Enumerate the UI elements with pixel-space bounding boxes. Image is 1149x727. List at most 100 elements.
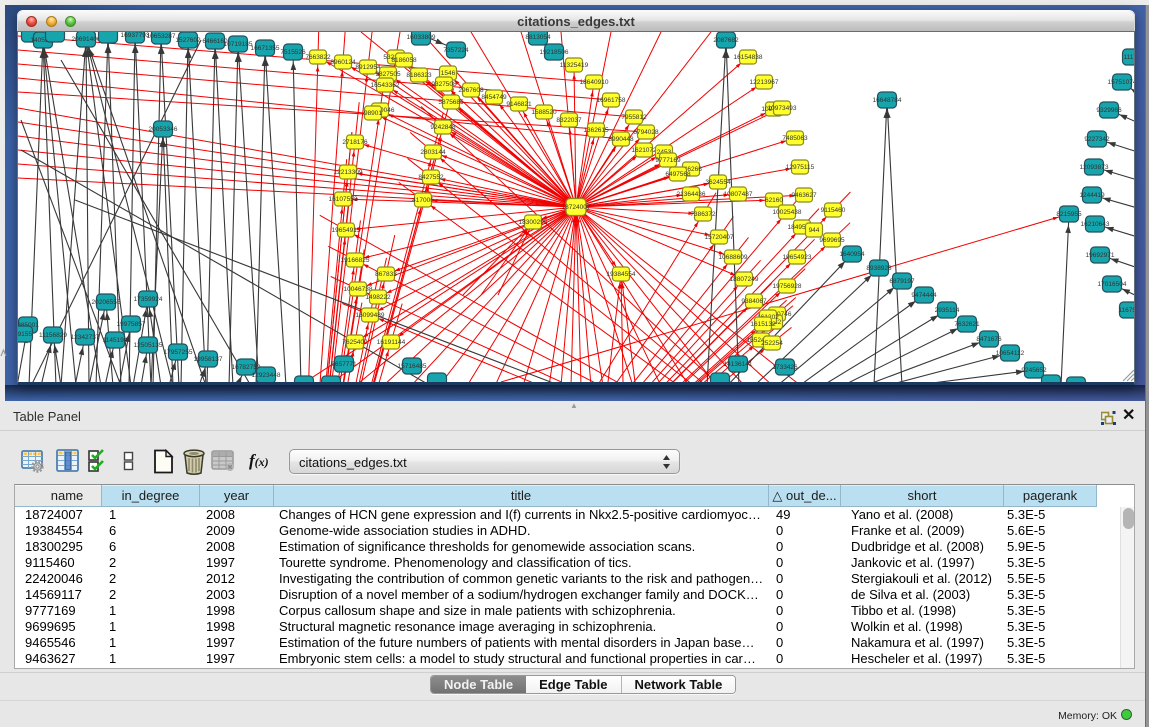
svg-text:16107553: 16107553 xyxy=(329,196,358,203)
svg-text:9329966: 9329966 xyxy=(1096,107,1122,114)
svg-text:8427552: 8427552 xyxy=(418,174,444,181)
svg-text:11325419: 11325419 xyxy=(560,62,589,69)
svg-text:1621072: 1621072 xyxy=(631,147,657,154)
svg-text:8471676: 8471676 xyxy=(976,336,1002,343)
svg-text:3624554: 3624554 xyxy=(705,179,731,186)
svg-text:2935114: 2935114 xyxy=(935,307,960,314)
svg-text:1498222: 1498222 xyxy=(365,294,391,301)
svg-text:16154838: 16154838 xyxy=(734,54,763,61)
svg-text:2087682: 2087682 xyxy=(713,37,739,44)
svg-text:15716485: 15716485 xyxy=(398,363,427,370)
svg-text:1362615: 1362615 xyxy=(583,127,609,134)
svg-text:7515526: 7515526 xyxy=(280,49,306,56)
svg-text:7357224: 7357224 xyxy=(443,47,469,54)
svg-text:10688609: 10688609 xyxy=(719,254,748,261)
svg-text:19958137: 19958137 xyxy=(194,356,223,363)
svg-text:39155: 39155 xyxy=(18,331,32,338)
svg-text:944: 944 xyxy=(809,227,820,234)
svg-text:8990448: 8990448 xyxy=(608,136,634,143)
svg-text:18300295: 18300295 xyxy=(519,219,548,226)
svg-text:9777169: 9777169 xyxy=(655,157,681,164)
svg-text:19756928: 19756928 xyxy=(773,283,802,290)
svg-text:9463627: 9463627 xyxy=(791,192,817,199)
svg-text:15751074: 15751074 xyxy=(1108,79,1135,86)
svg-text:9657771: 9657771 xyxy=(331,361,357,368)
svg-text:18640910: 18640910 xyxy=(580,79,609,86)
svg-text:9474444: 9474444 xyxy=(911,292,937,299)
svg-text:16961758: 16961758 xyxy=(597,97,626,104)
svg-text:16099489: 16099489 xyxy=(356,312,385,319)
svg-text:7386372: 7386372 xyxy=(690,211,716,218)
svg-text:98901: 98901 xyxy=(364,110,382,117)
svg-text:10653287: 10653287 xyxy=(147,33,176,40)
svg-text:11156829: 11156829 xyxy=(39,332,67,339)
svg-text:9115460: 9115460 xyxy=(821,207,846,214)
svg-text:10807487: 10807487 xyxy=(724,191,753,198)
svg-text:16033809: 16033809 xyxy=(407,34,436,41)
svg-text:11171: 11171 xyxy=(1123,54,1135,61)
svg-text:12505135: 12505135 xyxy=(134,342,163,349)
svg-text:62160: 62160 xyxy=(765,197,783,204)
svg-text:9245652: 9245652 xyxy=(1021,367,1047,374)
svg-text:17359924: 17359924 xyxy=(134,296,163,303)
svg-text:9827505: 9827505 xyxy=(375,71,401,78)
svg-text:19654923: 19654923 xyxy=(783,254,812,261)
svg-text:1145194: 1145194 xyxy=(103,337,128,344)
svg-text:12342737: 12342737 xyxy=(71,334,100,341)
svg-text:8813054: 8813054 xyxy=(525,34,551,41)
svg-text:8938928: 8938928 xyxy=(866,265,892,272)
svg-text:1640954: 1640954 xyxy=(839,251,865,258)
svg-text:17957255: 17957255 xyxy=(164,349,193,356)
svg-text:16543362: 16543362 xyxy=(371,82,400,89)
svg-text:1527602: 1527602 xyxy=(175,37,201,44)
svg-text:16648784: 16648784 xyxy=(873,97,902,104)
svg-text:8960124: 8960124 xyxy=(330,59,356,66)
svg-text:12093873: 12093873 xyxy=(1080,164,1109,171)
svg-text:116753: 116753 xyxy=(1118,307,1135,314)
svg-text:14136141: 14136141 xyxy=(724,361,753,368)
svg-text:10973493: 10973493 xyxy=(768,105,797,112)
svg-text:1588520: 1588520 xyxy=(531,109,557,116)
svg-text:20206555: 20206555 xyxy=(92,299,121,306)
svg-text:12975115: 12975115 xyxy=(786,164,815,171)
svg-text:12213967: 12213967 xyxy=(750,79,779,86)
svg-text:16210643: 16210643 xyxy=(1081,221,1110,228)
svg-text:10719185: 10719185 xyxy=(224,41,253,48)
svg-text:2967608: 2967608 xyxy=(458,87,484,94)
svg-text:9146821: 9146821 xyxy=(506,101,532,108)
svg-text:16671355: 16671355 xyxy=(251,45,280,52)
svg-text:19384554: 19384554 xyxy=(607,271,636,278)
svg-text:9327508: 9327508 xyxy=(431,81,457,88)
svg-text:15720407: 15720407 xyxy=(705,234,734,241)
svg-text:6794028: 6794028 xyxy=(633,129,659,136)
svg-text:1244419: 1244419 xyxy=(1079,192,1105,199)
svg-text:20691406: 20691406 xyxy=(72,36,101,43)
svg-text:19166825: 19166825 xyxy=(341,257,370,264)
svg-text:16191144: 16191144 xyxy=(377,339,406,346)
svg-text:10046738: 10046738 xyxy=(344,286,373,293)
svg-text:5875685: 5875685 xyxy=(438,99,464,106)
svg-text:417006: 417006 xyxy=(412,197,434,204)
svg-text:8912954: 8912954 xyxy=(355,64,381,71)
svg-text:12213309: 12213309 xyxy=(334,169,363,176)
svg-text:1615132: 1615132 xyxy=(750,321,776,328)
svg-text:8454749: 8454749 xyxy=(481,94,507,101)
svg-text:9699695: 9699695 xyxy=(819,237,845,244)
svg-text:7625402: 7625402 xyxy=(342,339,368,346)
svg-text:7663822: 7663822 xyxy=(305,54,331,61)
svg-text:867833: 867833 xyxy=(375,271,397,278)
svg-text:1546: 1546 xyxy=(441,70,456,77)
svg-text:9384067: 9384067 xyxy=(741,298,767,305)
svg-text:2803144: 2803144 xyxy=(420,149,446,156)
svg-text:18807249: 18807249 xyxy=(730,276,759,283)
svg-text:10025438: 10025438 xyxy=(773,209,802,216)
svg-text:19654915: 19654915 xyxy=(332,227,361,234)
svg-text:6879197: 6879197 xyxy=(889,278,915,285)
svg-text:6497568: 6497568 xyxy=(665,171,691,178)
svg-text:16937793: 16937793 xyxy=(121,32,150,39)
svg-text:19692971: 19692971 xyxy=(1086,252,1115,259)
svg-text:9242848: 9242848 xyxy=(430,124,456,131)
svg-text:8186323: 8186323 xyxy=(406,72,432,79)
svg-text:2718176: 2718176 xyxy=(342,139,368,146)
svg-text:7955812: 7955812 xyxy=(621,114,647,121)
